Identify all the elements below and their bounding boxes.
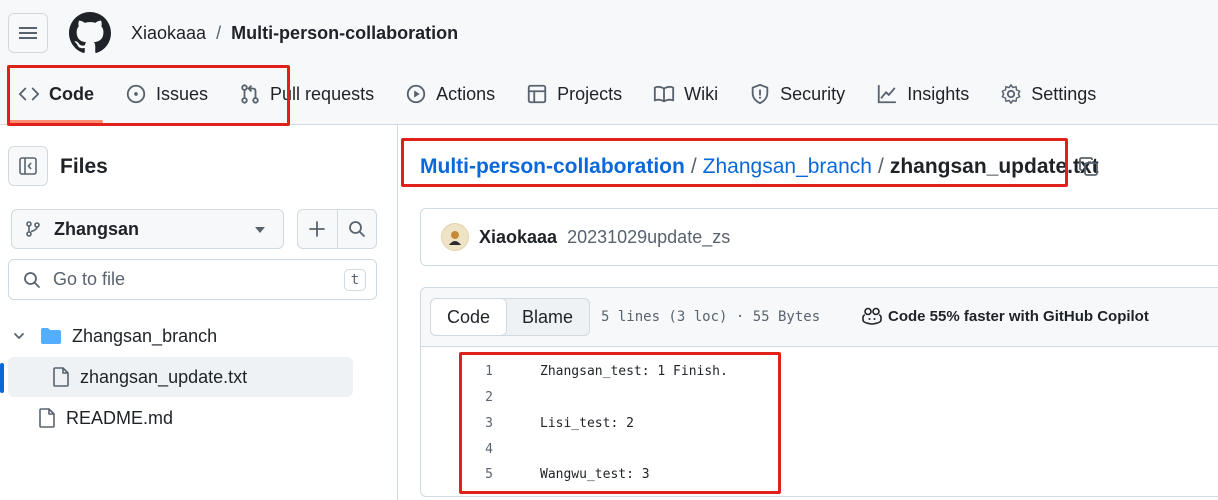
tree-item-file[interactable]: README.md xyxy=(8,398,353,438)
folder-icon xyxy=(41,328,61,344)
latest-commit: Xiaokaaa 20231029update_zs xyxy=(420,208,1218,266)
github-logo-icon[interactable] xyxy=(69,12,111,54)
menu-button[interactable] xyxy=(8,13,48,53)
sidebar-collapse-icon xyxy=(19,157,37,175)
shield-icon xyxy=(751,83,769,105)
copilot-icon xyxy=(862,307,882,325)
repo-owner-link[interactable]: Xiaokaaa xyxy=(131,22,206,44)
graph-icon xyxy=(878,84,897,104)
code-view-button[interactable]: Code xyxy=(430,298,508,336)
highlight-box-breadcrumb xyxy=(401,138,1068,187)
tab-label: Settings xyxy=(1031,83,1097,104)
tab-insights[interactable]: Insights xyxy=(867,74,978,114)
tab-label: Projects xyxy=(557,83,623,104)
search-icon xyxy=(24,271,40,288)
caret-down-icon xyxy=(255,227,265,233)
branch-name: Zhangsan xyxy=(54,218,140,239)
keyboard-shortcut: t xyxy=(344,269,366,291)
selected-indicator xyxy=(0,363,4,393)
tab-security[interactable]: Security xyxy=(740,74,854,114)
file-tree-panel: Files Zhangsan Go to file t Zhangsan_bra… xyxy=(0,125,398,500)
tab-projects[interactable]: Projects xyxy=(517,74,631,114)
highlight-box-code xyxy=(459,352,781,494)
copilot-text: Code 55% faster with GitHub Copilot xyxy=(888,307,1149,325)
tab-label: Actions xyxy=(436,83,496,104)
file-stats: 5 lines (3 loc) · 55 Bytes xyxy=(601,309,821,325)
tree-item-label: README.md xyxy=(66,407,174,428)
go-to-file-input[interactable]: Go to file t xyxy=(8,259,377,300)
tab-label: Wiki xyxy=(684,83,719,104)
search-files-button[interactable] xyxy=(338,210,377,248)
plus-icon xyxy=(309,221,326,237)
tab-actions[interactable]: Actions xyxy=(396,74,504,114)
commit-message-link[interactable]: 20231029update_zs xyxy=(567,227,730,248)
tab-settings[interactable]: Settings xyxy=(991,74,1105,114)
copilot-promo-link[interactable]: Code 55% faster with GitHub Copilot xyxy=(862,307,1149,325)
repo-path: Xiaokaaa / Multi-person-collaboration xyxy=(131,22,458,44)
collapse-file-tree-button[interactable] xyxy=(8,146,48,186)
search-icon xyxy=(348,221,365,237)
gear-icon xyxy=(1001,84,1021,104)
play-icon xyxy=(406,84,426,104)
highlight-box-branch xyxy=(7,65,290,126)
table-icon xyxy=(527,84,547,104)
blame-view-button[interactable]: Blame xyxy=(506,299,589,335)
tree-item-folder[interactable]: Zhangsan_branch xyxy=(8,316,353,356)
branch-icon xyxy=(26,221,40,237)
file-icon xyxy=(39,408,55,428)
tree-item-file-selected[interactable]: zhangsan_update.txt xyxy=(8,357,353,397)
view-mode-toggle: Code Blame xyxy=(430,298,591,336)
avatar[interactable] xyxy=(441,223,469,251)
search-placeholder: Go to file xyxy=(53,269,126,289)
chevron-down-icon xyxy=(14,333,24,340)
commit-author-link[interactable]: Xiaokaaa xyxy=(479,227,557,248)
tree-item-label: Zhangsan_branch xyxy=(72,325,218,346)
hamburger-icon xyxy=(19,27,37,39)
branch-selector[interactable]: Zhangsan xyxy=(11,209,284,249)
tab-label: Insights xyxy=(907,83,970,104)
path-separator: / xyxy=(216,23,222,43)
user-avatar-icon xyxy=(449,231,461,245)
copy-path-icon[interactable] xyxy=(1078,156,1100,178)
tab-label: Security xyxy=(780,83,846,104)
tree-item-label: zhangsan_update.txt xyxy=(80,366,248,387)
file-viewer-header: Code Blame 5 lines (3 loc) · 55 Bytes Co… xyxy=(421,288,1218,347)
files-heading: Files xyxy=(60,155,108,178)
file-icon xyxy=(53,367,69,387)
tree-actions xyxy=(297,209,377,249)
tab-wiki[interactable]: Wiki xyxy=(644,74,727,114)
add-file-button[interactable] xyxy=(298,210,338,248)
book-icon xyxy=(654,85,675,103)
repo-name-link[interactable]: Multi-person-collaboration xyxy=(231,22,458,44)
